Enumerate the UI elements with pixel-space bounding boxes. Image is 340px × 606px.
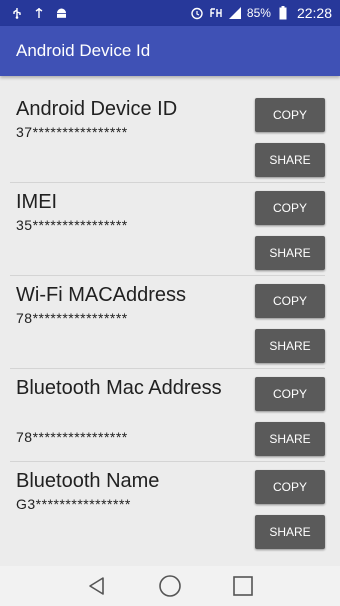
signal-icon xyxy=(228,6,242,20)
android-debug-icon xyxy=(32,6,46,20)
alarm-icon xyxy=(190,6,204,20)
battery-percent: 85% xyxy=(246,6,271,20)
info-row-bluetooth-mac: Bluetooth Mac Address 78****************… xyxy=(10,369,325,462)
row-value: 78**************** xyxy=(16,429,128,445)
share-button[interactable]: SHARE xyxy=(255,422,325,456)
recents-icon[interactable] xyxy=(228,571,258,601)
android-icon xyxy=(54,6,68,20)
info-row-wifi-mac: Wi-Fi MACAddress 78**************** COPY… xyxy=(10,276,325,369)
row-label: IMEI xyxy=(16,191,58,213)
status-icons-left xyxy=(10,6,68,20)
info-row-bluetooth-name: Bluetooth Name G3**************** COPY S… xyxy=(10,462,325,555)
battery-icon xyxy=(276,6,290,20)
copy-button[interactable]: COPY xyxy=(255,377,325,411)
data-icon xyxy=(209,6,223,20)
row-label: Android Device ID xyxy=(16,98,178,120)
copy-button[interactable]: COPY xyxy=(255,470,325,504)
status-bar: 85% 22:28 xyxy=(0,0,340,26)
info-row-android-device-id: Android Device ID 37**************** COP… xyxy=(10,90,325,183)
info-row-imei: IMEI 35**************** COPY SHARE xyxy=(10,183,325,276)
row-value: 78**************** xyxy=(16,310,128,326)
navigation-bar xyxy=(0,566,340,606)
copy-button[interactable]: COPY xyxy=(255,284,325,318)
row-label: Bluetooth Mac Address xyxy=(16,377,222,399)
device-info-list: Android Device ID 37**************** COP… xyxy=(0,90,340,555)
usb-icon xyxy=(10,6,24,20)
row-label: Bluetooth Name xyxy=(16,470,160,492)
share-button[interactable]: SHARE xyxy=(255,143,325,177)
copy-button[interactable]: COPY xyxy=(255,191,325,225)
copy-button[interactable]: COPY xyxy=(255,98,325,132)
row-value: G3**************** xyxy=(16,496,131,512)
clock: 22:28 xyxy=(296,5,332,21)
app-bar: Android Device Id xyxy=(0,26,340,76)
share-button[interactable]: SHARE xyxy=(255,236,325,270)
share-button[interactable]: SHARE xyxy=(255,329,325,363)
row-label: Wi-Fi MACAddress xyxy=(16,284,187,306)
row-value: 37**************** xyxy=(16,124,128,140)
row-value: 35**************** xyxy=(16,217,128,233)
app-title: Android Device Id xyxy=(16,41,151,60)
home-icon[interactable] xyxy=(155,571,185,601)
back-icon[interactable] xyxy=(82,571,112,601)
share-button[interactable]: SHARE xyxy=(255,515,325,549)
status-icons-right: 85% 22:28 xyxy=(190,5,332,21)
